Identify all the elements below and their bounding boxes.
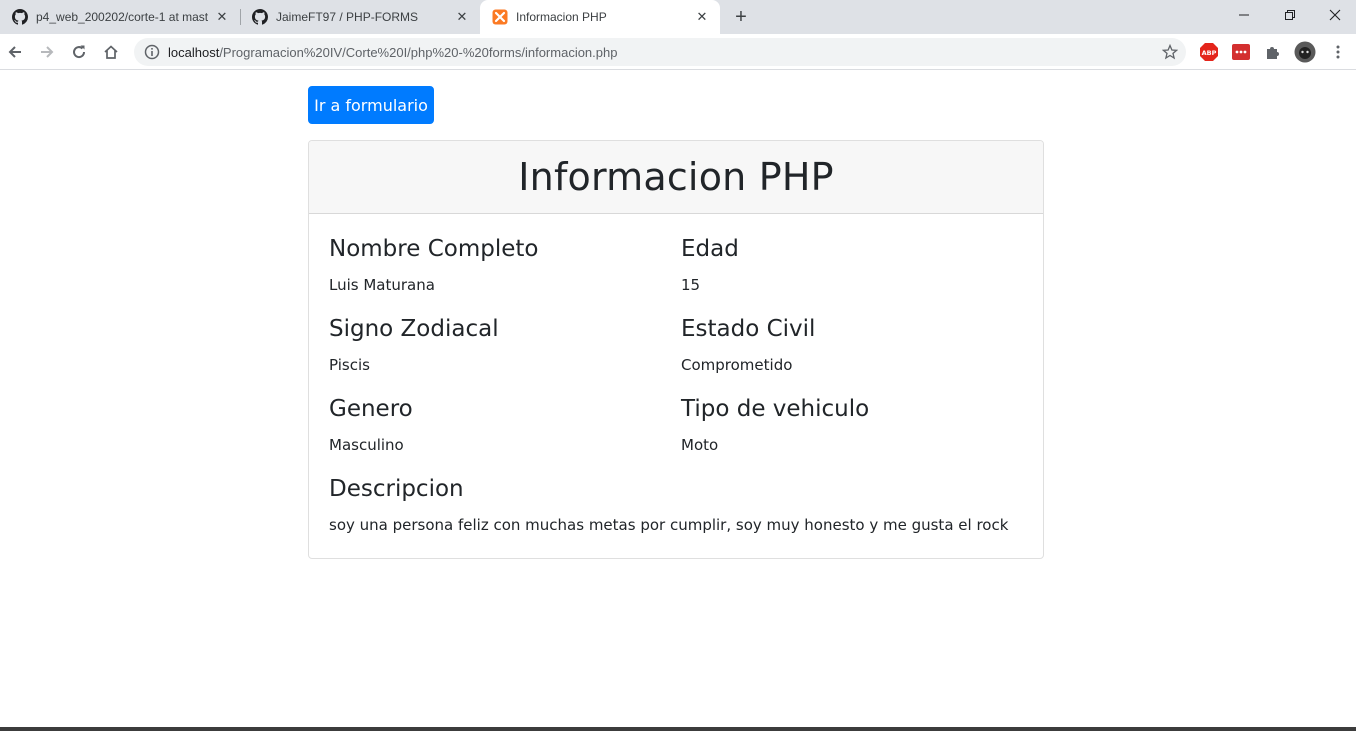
arrow-right-icon bbox=[41, 46, 54, 58]
field-label: Signo Zodiacal bbox=[329, 316, 499, 342]
tab-informacion-php[interactable]: Informacion PHP ✕ bbox=[480, 0, 720, 34]
card-title: Informacion PHP bbox=[518, 155, 834, 199]
arrow-left-icon bbox=[8, 46, 21, 58]
close-tab-icon[interactable]: ✕ bbox=[694, 9, 710, 25]
taskbar-edge bbox=[0, 727, 1356, 731]
field-value: Comprometido bbox=[681, 356, 793, 374]
menu-kebab-icon[interactable] bbox=[1328, 42, 1348, 62]
home-icon bbox=[104, 45, 118, 59]
field-label: Edad bbox=[681, 236, 739, 262]
tab-php-forms[interactable]: JaimeFT97 / PHP-FORMS ✕ bbox=[240, 0, 480, 34]
forward-button[interactable] bbox=[33, 38, 61, 66]
reload-button[interactable] bbox=[65, 38, 93, 66]
field-value: Moto bbox=[681, 436, 719, 454]
field-nombre-completo: Nombre Completo Luis Maturana bbox=[329, 234, 538, 295]
home-button[interactable] bbox=[97, 38, 125, 66]
field-genero: Genero Masculino bbox=[329, 394, 413, 455]
field-label: Estado Civil bbox=[681, 316, 816, 342]
tab-github-repo[interactable]: p4_web_200202/corte-1 at maste ✕ bbox=[0, 0, 240, 34]
close-window-button[interactable] bbox=[1312, 0, 1356, 30]
browser-toolbar: localhost/Programacion%20IV/Corte%20I/ph… bbox=[0, 34, 1356, 70]
new-tab-button[interactable]: + bbox=[729, 5, 753, 29]
field-label: Descripcion bbox=[329, 476, 464, 502]
field-value: Luis Maturana bbox=[329, 276, 435, 294]
field-tipo-de-vehiculo: Tipo de vehiculo Moto bbox=[681, 394, 869, 455]
xampp-icon bbox=[492, 9, 508, 25]
url-path: /Programacion%20IV/Corte%20I/php%20-%20f… bbox=[219, 44, 618, 60]
tab-title: JaimeFT97 / PHP-FORMS bbox=[276, 10, 419, 24]
field-label: Nombre Completo bbox=[329, 236, 539, 262]
field-value: Piscis bbox=[329, 356, 370, 374]
info-card: Informacion PHP Nombre Completo Luis Mat… bbox=[308, 140, 1044, 559]
bookmark-star-icon[interactable] bbox=[1162, 44, 1178, 60]
ir-a-formulario-button[interactable]: Ir a formulario bbox=[308, 86, 434, 124]
card-header: Informacion PHP bbox=[309, 141, 1043, 214]
url-host: localhost bbox=[168, 44, 220, 60]
github-icon bbox=[12, 9, 28, 25]
field-signo-zodiacal: Signo Zodiacal Piscis bbox=[329, 314, 499, 375]
profile-avatar-icon[interactable] bbox=[1294, 41, 1316, 63]
back-button[interactable] bbox=[1, 38, 29, 66]
reload-icon bbox=[73, 45, 86, 59]
info-icon[interactable] bbox=[144, 44, 160, 60]
url-text: localhost/Programacion%20IV/Corte%20I/ph… bbox=[168, 45, 617, 60]
close-tab-icon[interactable]: ✕ bbox=[214, 9, 230, 25]
extension-red-icon[interactable] bbox=[1231, 42, 1251, 62]
tab-title: Informacion PHP bbox=[516, 10, 607, 24]
adblock-plus-icon[interactable]: ABP bbox=[1199, 42, 1219, 62]
restore-button[interactable] bbox=[1267, 0, 1313, 30]
field-estado-civil: Estado Civil Comprometido bbox=[681, 314, 815, 375]
field-value: soy una persona feliz con muchas metas p… bbox=[329, 516, 1009, 534]
minimize-button[interactable] bbox=[1221, 0, 1267, 30]
close-tab-icon[interactable]: ✕ bbox=[454, 9, 470, 25]
tab-strip: p4_web_200202/corte-1 at maste ✕ JaimeFT… bbox=[0, 0, 1356, 34]
field-label: Genero bbox=[329, 396, 413, 422]
field-value: Masculino bbox=[329, 436, 404, 454]
field-label: Tipo de vehiculo bbox=[681, 396, 870, 422]
field-value: 15 bbox=[681, 276, 701, 294]
page-content: Ir a formulario Informacion PHP Nombre C… bbox=[0, 71, 1356, 727]
puzzle-icon[interactable] bbox=[1263, 42, 1283, 62]
field-descripcion: Descripcion soy una persona feliz con mu… bbox=[329, 474, 1029, 535]
github-icon bbox=[252, 9, 268, 25]
address-bar[interactable]: localhost/Programacion%20IV/Corte%20I/ph… bbox=[134, 38, 1186, 66]
tab-title: p4_web_200202/corte-1 at maste bbox=[36, 10, 208, 24]
field-edad: Edad 15 bbox=[681, 234, 739, 295]
svg-text:ABP: ABP bbox=[1202, 49, 1217, 57]
